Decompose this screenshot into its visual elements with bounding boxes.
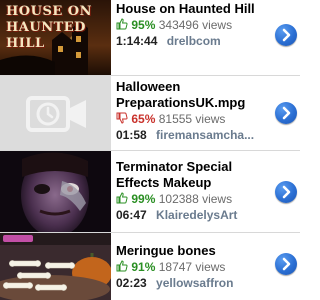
video-duration: 02:23: [116, 276, 147, 290]
chevron-right-icon: [282, 257, 291, 271]
video-title: Halloween PreparationsUK.mpg: [116, 79, 246, 110]
view-count: 343496 views: [158, 18, 233, 32]
video-thumbnail[interactable]: [0, 233, 111, 300]
rating-percent: 99%: [131, 192, 156, 206]
thumbs-up-icon: [116, 192, 128, 204]
video-stats: 95% 343496 views: [116, 18, 270, 33]
uploader-name[interactable]: drelbcom: [167, 34, 221, 48]
video-info: Meringue bones 91% 18747 views 02:23 yel…: [116, 243, 270, 291]
uploader-name[interactable]: KlairedelysArt: [156, 208, 237, 222]
video-title: Terminator Special Effects Makeup: [116, 159, 233, 190]
video-info: House on Haunted Hill 95% 343496 views 1…: [116, 1, 270, 49]
chevron-right-icon: [282, 28, 291, 42]
video-title: Meringue bones: [116, 243, 216, 258]
chevron-right-icon: [282, 106, 291, 120]
rating-percent: 65%: [131, 112, 156, 126]
disclosure-button[interactable]: [275, 181, 297, 203]
video-row[interactable]: Terminator Special Effects Makeup 99% 10…: [0, 151, 300, 233]
video-meta: 1:14:44 drelbcom: [116, 34, 270, 49]
video-info: Halloween PreparationsUK.mpg 65% 81555 v…: [116, 79, 270, 143]
thumbs-down-icon: [116, 112, 128, 124]
view-count: 102388 views: [158, 192, 233, 206]
view-count: 81555 views: [158, 112, 226, 126]
video-info: Terminator Special Effects Makeup 99% 10…: [116, 159, 270, 223]
video-stats: 99% 102388 views: [116, 192, 270, 207]
video-meta: 02:23 yellowsaffron: [116, 276, 270, 291]
video-stats: 65% 81555 views: [116, 112, 270, 127]
video-title: House on Haunted Hill: [116, 1, 255, 16]
video-camera-placeholder-icon: [0, 76, 111, 150]
video-thumbnail[interactable]: [0, 151, 111, 232]
video-row[interactable]: Meringue bones 91% 18747 views 02:23 yel…: [0, 233, 300, 300]
video-duration: 06:47: [116, 208, 147, 222]
video-row[interactable]: Halloween PreparationsUK.mpg 65% 81555 v…: [0, 76, 300, 151]
chevron-right-icon: [282, 185, 291, 199]
rating-percent: 91%: [131, 260, 156, 274]
video-meta: 06:47 KlairedelysArt: [116, 208, 270, 223]
video-duration: 01:58: [116, 128, 147, 142]
disclosure-button[interactable]: [275, 24, 297, 46]
video-thumbnail[interactable]: HOUSE ON HAUNTED HILL: [0, 0, 111, 75]
video-list: HOUSE ON HAUNTED HILL House on Haunted H…: [0, 0, 300, 300]
thumbs-up-icon: [116, 18, 128, 30]
view-count: 18747 views: [158, 260, 226, 274]
uploader-name[interactable]: firemansamcha...: [156, 128, 254, 142]
disclosure-button[interactable]: [275, 253, 297, 275]
video-row[interactable]: HOUSE ON HAUNTED HILL House on Haunted H…: [0, 0, 300, 76]
thumbnail-title-text: HOUSE ON HAUNTED HILL: [6, 4, 92, 51]
video-stats: 91% 18747 views: [116, 260, 270, 275]
thumbs-up-icon: [116, 260, 128, 272]
video-thumbnail[interactable]: [0, 76, 111, 150]
video-duration: 1:14:44: [116, 34, 158, 48]
rating-percent: 95%: [131, 18, 156, 32]
disclosure-button[interactable]: [275, 102, 297, 124]
video-meta: 01:58 firemansamcha...: [116, 128, 270, 143]
uploader-name[interactable]: yellowsaffron: [156, 276, 233, 290]
